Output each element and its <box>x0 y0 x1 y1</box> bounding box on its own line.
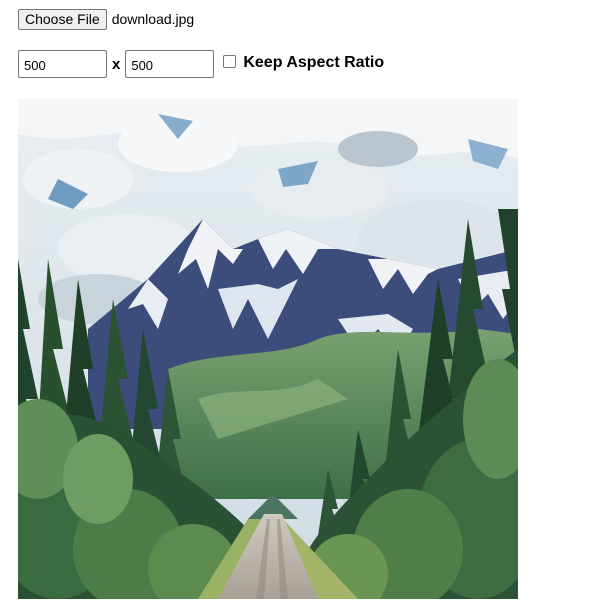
selected-file-name: download.jpg <box>111 11 195 27</box>
dimension-separator: x <box>112 55 121 73</box>
keep-aspect-ratio-label: Keep Aspect Ratio <box>243 54 385 71</box>
width-input[interactable]: 500 <box>18 50 107 78</box>
file-picker: Choose File download.jpg <box>18 8 194 30</box>
height-input[interactable]: 500 <box>125 50 215 78</box>
choose-file-button[interactable]: Choose File <box>18 8 107 30</box>
image-preview <box>18 99 518 599</box>
resize-controls: 500 x 500 Keep Aspect Ratio <box>18 50 384 78</box>
landscape-photo-icon <box>18 99 518 599</box>
keep-aspect-ratio-checkbox[interactable] <box>223 54 237 68</box>
